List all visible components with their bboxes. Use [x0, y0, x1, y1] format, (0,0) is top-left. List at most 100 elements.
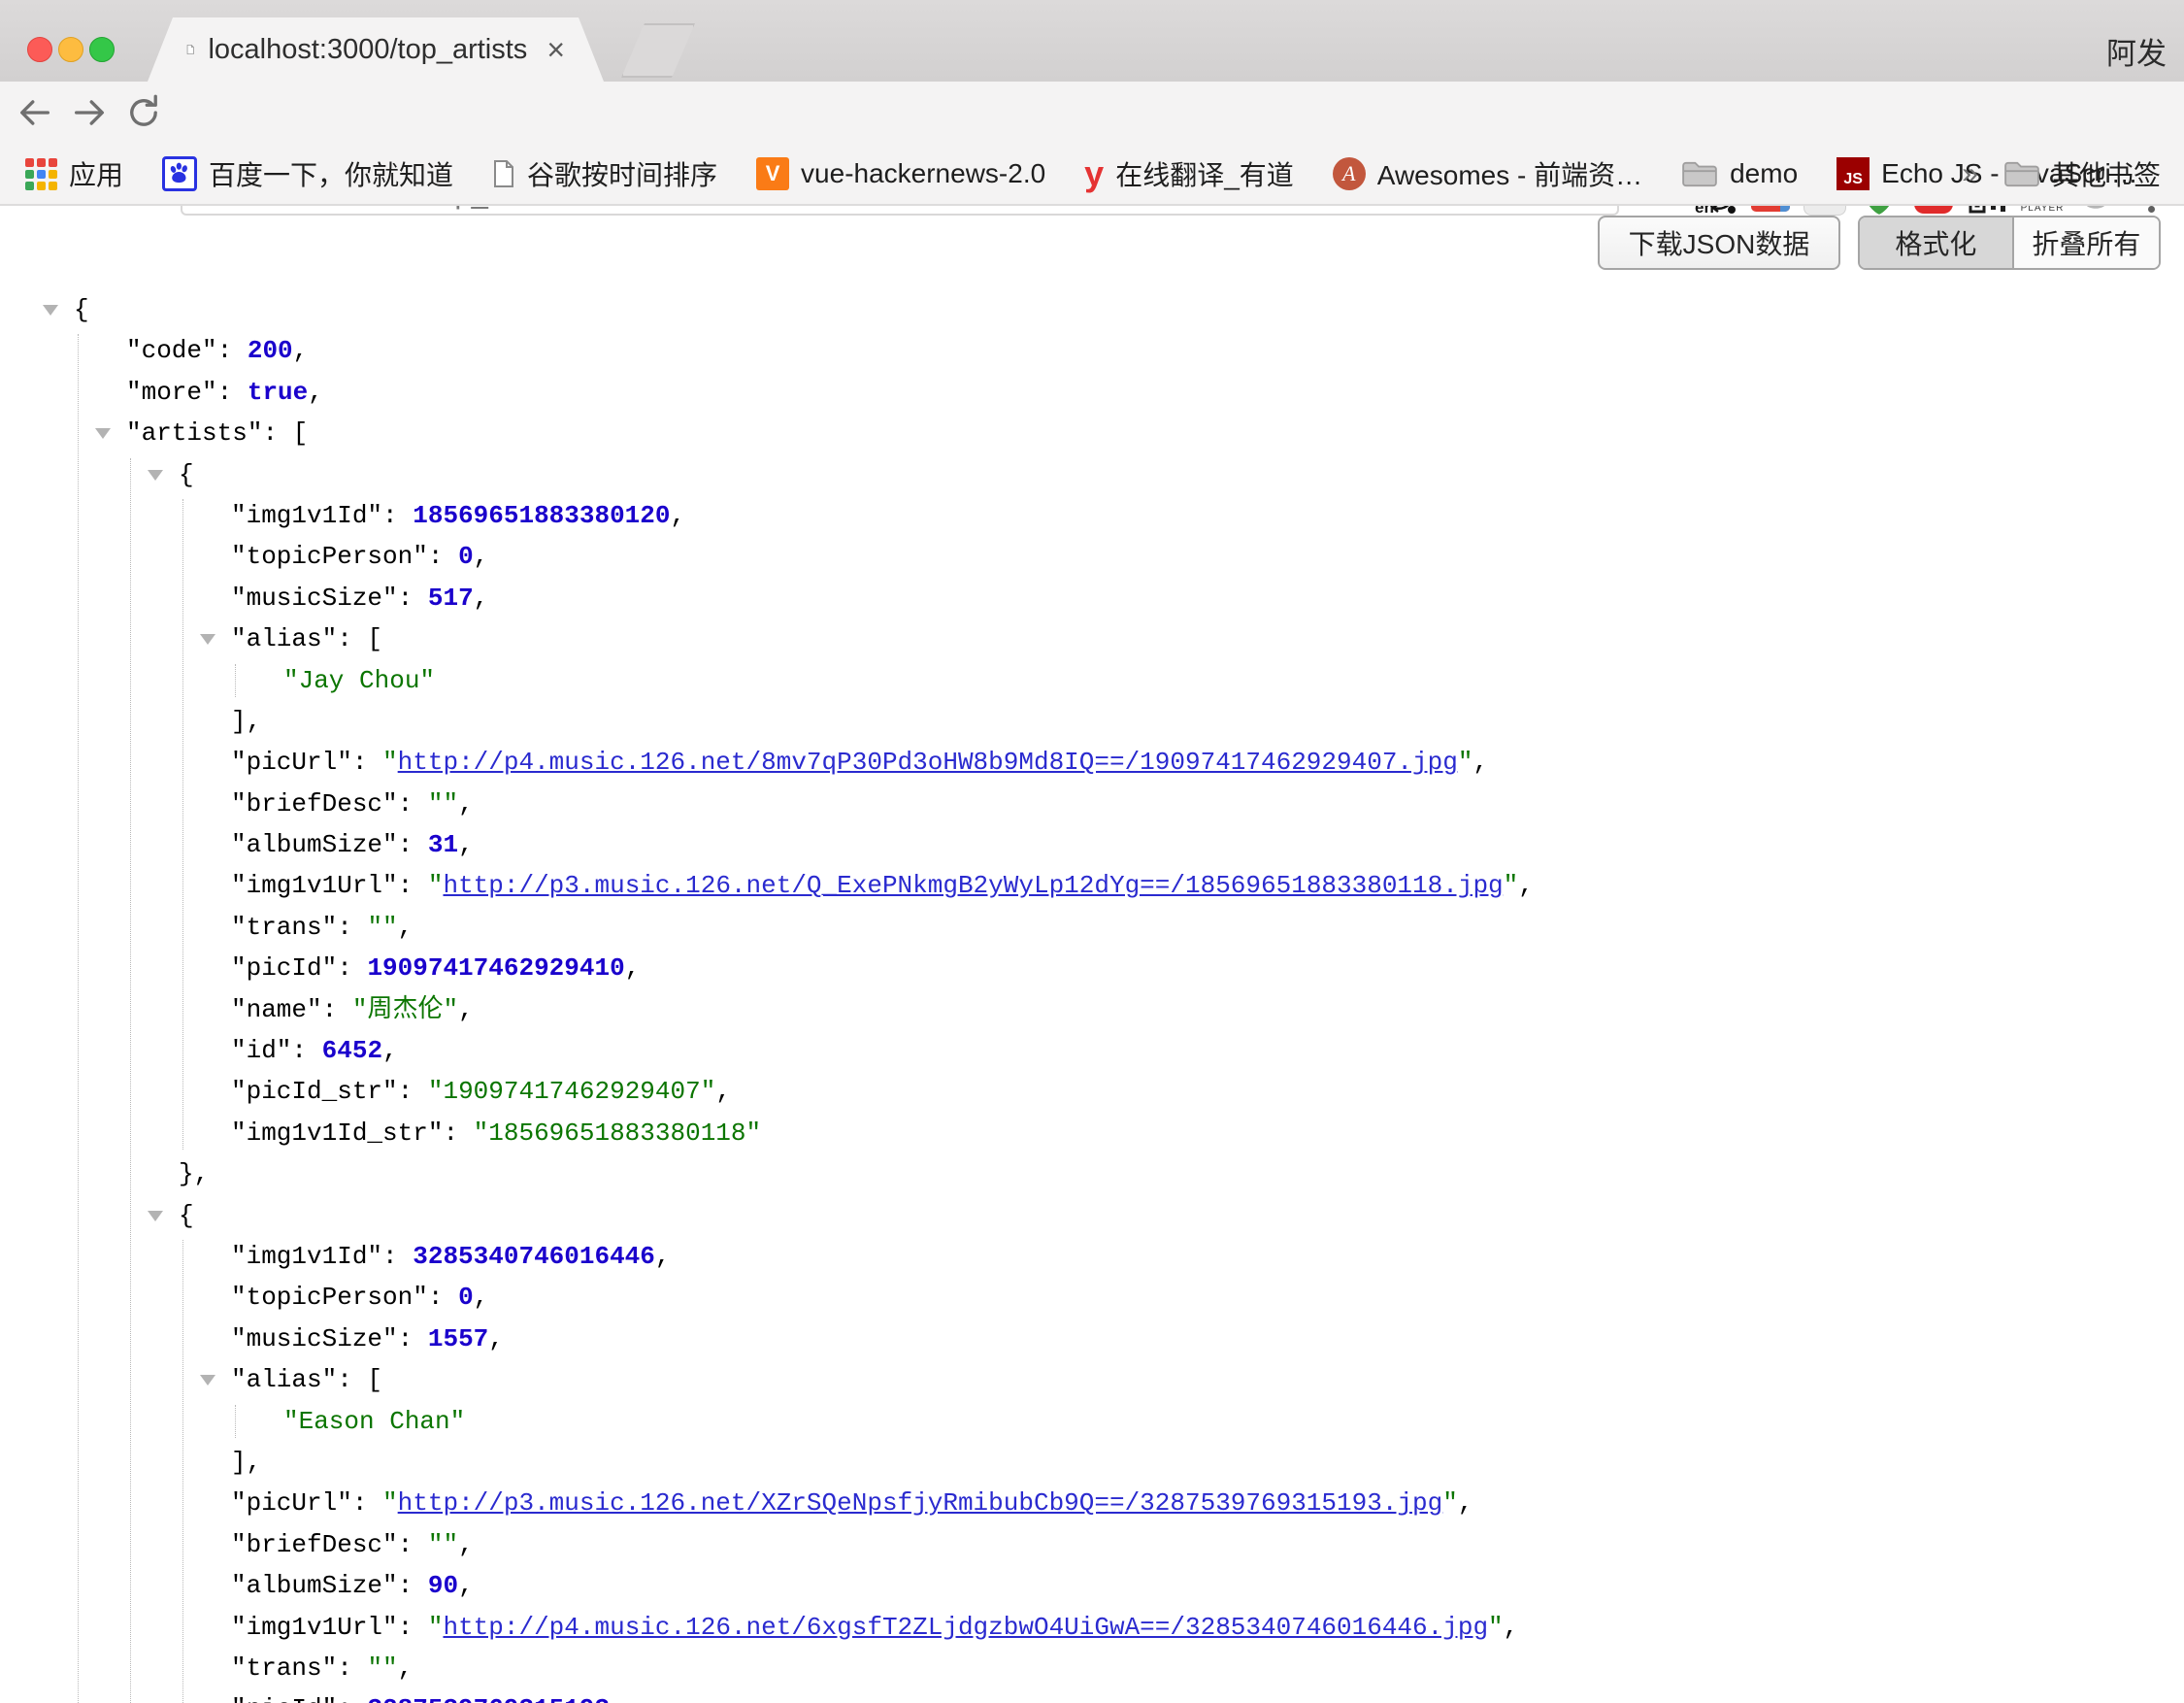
collapse-triangle-icon[interactable] [95, 428, 111, 439]
tab-strip: localhost:3000/top_artists × 阿发 [0, 0, 2184, 82]
close-window-button[interactable] [27, 37, 52, 62]
json-token: "" [367, 1653, 397, 1683]
json-token: "musicSize" [231, 1324, 398, 1353]
json-link[interactable]: http://p4.music.126.net/6xgsfT2ZLjdgzbwO… [443, 1613, 1488, 1642]
json-token: ], [231, 707, 261, 736]
json-token: "img1v1Id" [231, 501, 382, 530]
json-token: : [ [262, 418, 308, 448]
json-token: : [428, 1283, 458, 1312]
json-line: "musicSize": 1557, [0, 1319, 2184, 1359]
collapse-triangle-icon[interactable] [148, 1211, 163, 1221]
json-token: "picUrl" [231, 1488, 352, 1518]
json-token: "alias" [231, 624, 337, 653]
json-token: "trans" [231, 1653, 337, 1683]
bookmarks-right-cluster: » 其他书签 [1962, 144, 2161, 204]
json-token: : [ [337, 624, 382, 653]
json-line: "img1v1Url": "http://p3.music.126.net/Q_… [0, 865, 2184, 906]
new-tab-button[interactable] [621, 23, 695, 78]
json-token: : [398, 1324, 428, 1353]
collapse-triangle-icon[interactable] [200, 1375, 215, 1386]
json-line: "picId": 19097417462929410, [0, 948, 2184, 988]
json-token: , [1518, 871, 1534, 900]
reload-icon [124, 93, 163, 132]
json-token: : [398, 830, 428, 859]
bookmark-item[interactable]: 谷歌按时间排序 [492, 154, 717, 193]
json-line: "picId": 3287539769315193, [0, 1688, 2184, 1703]
json-token: 31 [428, 830, 458, 859]
download-json-button[interactable]: 下载JSON数据 [1598, 216, 1840, 270]
tab-close-icon[interactable]: × [546, 34, 565, 65]
json-line: }, [0, 1153, 2184, 1194]
json-token: "picId" [231, 953, 337, 983]
json-line: "alias": [ [0, 1359, 2184, 1400]
minimize-window-button[interactable] [58, 37, 83, 62]
json-token: , [671, 501, 686, 530]
bookmark-item[interactable]: 百度一下，你就知道 [162, 154, 453, 193]
folder-icon [1681, 159, 1718, 188]
bookmark-items: 应用百度一下，你就知道谷歌按时间排序 Vvue-hackernews-2.0 y在线… [25, 144, 2138, 204]
json-token: " [1488, 1613, 1504, 1642]
json-token: "" [428, 1530, 458, 1559]
json-line: "img1v1Id": 3285340746016446, [0, 1236, 2184, 1277]
json-line: "Jay Chou" [0, 660, 2184, 701]
json-token: , [308, 378, 323, 407]
back-button[interactable] [16, 93, 54, 132]
bookmark-item[interactable]: Vvue-hackernews-2.0 [756, 157, 1045, 190]
back-arrow-icon [16, 93, 54, 132]
browser-window: localhost:3000/top_artists × 阿发 localhos… [0, 0, 2184, 1703]
other-bookmarks-folder[interactable]: 其他书签 [2003, 154, 2161, 193]
json-token: "albumSize" [231, 1571, 398, 1600]
forward-button[interactable] [70, 93, 109, 132]
json-token: , [1504, 1613, 1519, 1642]
json-line: "artists": [ [0, 413, 2184, 453]
json-token: "img1v1Url" [231, 871, 398, 900]
bookmark-item[interactable]: 应用 [25, 154, 123, 193]
profile-name[interactable]: 阿发 [2106, 29, 2167, 73]
json-token: { [74, 295, 89, 324]
json-link[interactable]: http://p4.music.126.net/8mv7qP30Pd3oHW8b… [398, 748, 1458, 777]
json-token: , [398, 1653, 414, 1683]
json-line: "picUrl": "http://p3.music.126.net/XZrSQ… [0, 1483, 2184, 1523]
json-token: : [398, 1613, 428, 1642]
collapse-triangle-icon[interactable] [43, 305, 58, 316]
forward-arrow-icon [70, 93, 109, 132]
json-token: 19097417462929410 [367, 953, 624, 983]
format-button[interactable]: 格式化 [1860, 217, 2014, 268]
reload-button[interactable] [124, 93, 163, 132]
json-token: , [655, 1242, 671, 1271]
json-token: , [474, 584, 489, 613]
json-token: : [428, 542, 458, 571]
json-line: "more": true, [0, 372, 2184, 413]
json-token: ], [231, 1448, 261, 1477]
json-token: , [715, 1077, 731, 1106]
bookmark-item[interactable]: demo [1681, 158, 1798, 189]
bookmark-item[interactable]: AAwesomes - 前端资… [1333, 154, 1642, 193]
json-line: "Eason Chan" [0, 1401, 2184, 1442]
json-line: "code": 200, [0, 330, 2184, 371]
json-token: true [248, 378, 308, 407]
json-token: : [217, 378, 248, 407]
browser-tab[interactable]: localhost:3000/top_artists × [148, 17, 604, 82]
json-token: : [398, 1077, 428, 1106]
json-token: 0 [458, 1283, 474, 1312]
bookmark-label: 应用 [69, 154, 123, 193]
json-line: "albumSize": 31, [0, 824, 2184, 865]
json-token: "more" [126, 378, 217, 407]
json-link[interactable]: http://p3.music.126.net/Q_ExePNkmgB2yWyL… [443, 871, 1503, 900]
bookmark-item[interactable]: y在线翻译_有道 [1084, 154, 1294, 193]
json-token: " [1504, 871, 1519, 900]
json-token: 1557 [428, 1324, 488, 1353]
collapse-all-button[interactable]: 折叠所有 [2014, 217, 2159, 268]
json-token: "topicPerson" [231, 542, 428, 571]
bookmarks-overflow-chevron-icon[interactable]: » [1962, 157, 1978, 190]
json-token: 3287539769315193 [367, 1694, 610, 1703]
json-line: "picUrl": "http://p4.music.126.net/8mv7q… [0, 742, 2184, 783]
json-token: "img1v1Id_str" [231, 1119, 443, 1148]
json-token: , [1458, 1488, 1473, 1518]
collapse-triangle-icon[interactable] [148, 470, 163, 481]
json-link[interactable]: http://p3.music.126.net/XZrSQeNpsfjyRmib… [398, 1488, 1443, 1518]
maximize-window-button[interactable] [89, 37, 115, 62]
collapse-triangle-icon[interactable] [200, 634, 215, 645]
json-line: "img1v1Id_str": "18569651883380118" [0, 1113, 2184, 1153]
json-line: { [0, 1195, 2184, 1236]
